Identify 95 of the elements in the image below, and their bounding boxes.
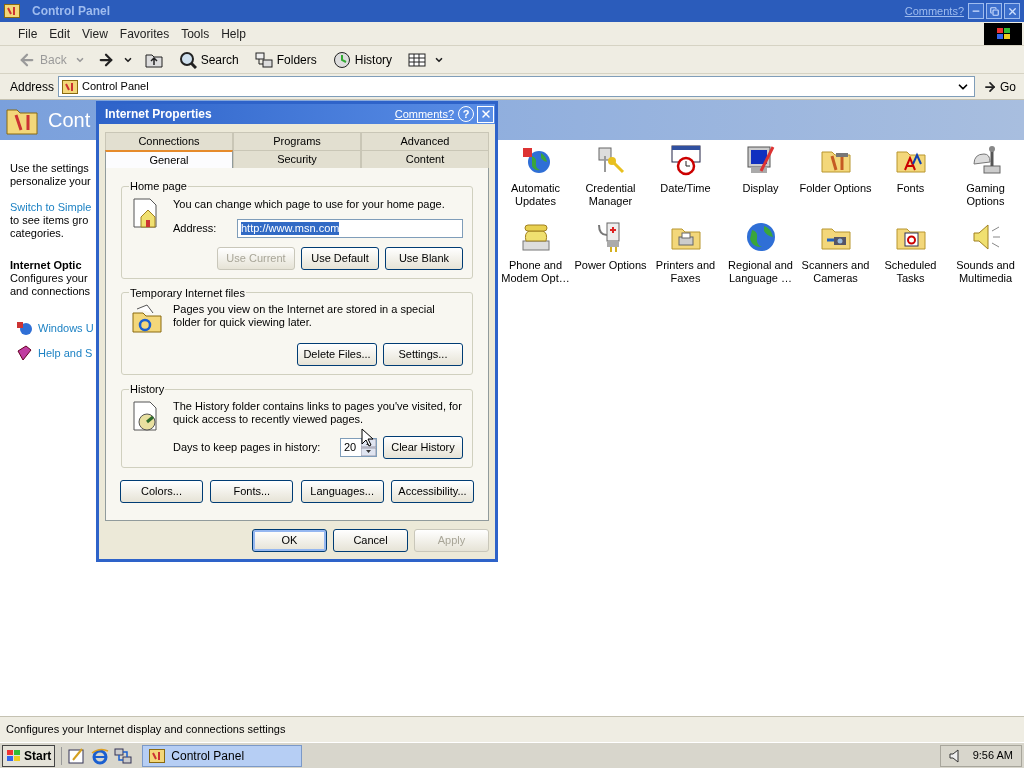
control-panel-item[interactable]: Date/Time (649, 182, 722, 195)
dialog-button[interactable]: Use Default (301, 246, 379, 270)
dialog-button[interactable]: OK (252, 529, 327, 552)
dialog-button[interactable]: Cancel (333, 529, 408, 552)
menu-item[interactable]: Help (215, 24, 252, 43)
menu-item[interactable]: View (76, 24, 114, 43)
task-link[interactable]: Windows U (38, 320, 94, 337)
dialog-button[interactable]: Settings... (383, 343, 463, 366)
start-button[interactable]: Start (2, 744, 56, 767)
telephone-icon (519, 221, 552, 253)
control-panel-icon (149, 748, 166, 763)
comments-link[interactable]: Comments? (394, 105, 454, 123)
control-panel-icon (62, 79, 79, 94)
control-panel-item[interactable]: Power Options (574, 259, 647, 272)
control-panel-item[interactable]: Automatic Updates (499, 182, 572, 208)
address-value: http://www.msn.com (241, 221, 340, 235)
dialog-button[interactable]: Languages... (300, 479, 384, 503)
windows-flag-icon (984, 22, 1022, 45)
mouse-pointer-icon (361, 428, 373, 447)
group-legend: Temporary Internet files (129, 284, 246, 301)
control-panel-item[interactable]: Folder Options (799, 182, 872, 195)
banner-title: Cont (48, 108, 91, 133)
go-arrow-icon (983, 79, 997, 94)
home-page-field[interactable]: http://www.msn.com (237, 218, 463, 238)
control-panel-item[interactable]: Phone and Modem Opt… (499, 259, 572, 285)
close-button[interactable] (1004, 3, 1020, 19)
menu-item[interactable]: Favorites (113, 24, 176, 43)
history-text: The History folder contains links to pages you've visited, for quick access to recently viewed pages. (173, 399, 463, 426)
calendar-clock-icon (669, 144, 702, 176)
taskbar-button[interactable]: Control Panel (142, 744, 303, 767)
globe-icon (16, 320, 32, 337)
globe-icon (744, 221, 777, 253)
details-text: Configures your and connections (10, 272, 91, 298)
desktop-icon[interactable] (68, 746, 87, 765)
control-panel-item[interactable]: Fonts (874, 182, 947, 195)
history-button[interactable]: History (328, 47, 397, 72)
address-label: Address: (173, 220, 218, 236)
tab[interactable]: Advanced (361, 132, 489, 150)
dialog-button[interactable]: Use Blank (385, 246, 463, 270)
folder-browser-icon (131, 303, 163, 335)
folders-button[interactable]: Folders (250, 47, 321, 72)
address-field[interactable]: Control Panel (58, 76, 975, 97)
days-label: Days to keep pages in history: (173, 439, 322, 455)
tab[interactable]: Connections (105, 132, 233, 150)
clock: 9:56 AM (972, 748, 1013, 764)
tab[interactable]: General (105, 150, 233, 168)
window-title: Control Panel (32, 3, 110, 20)
close-icon (479, 108, 492, 120)
control-panel-item[interactable]: Gaming Options (949, 182, 1022, 208)
windows-flag-icon (6, 748, 22, 763)
menu-item[interactable]: File (12, 24, 44, 43)
task-link[interactable]: Help and S (38, 344, 93, 361)
group-legend: History (129, 381, 166, 398)
address-label: Address (10, 78, 55, 96)
control-panel-item[interactable]: Scanners and Cameras (799, 259, 872, 285)
close-icon (1006, 5, 1018, 17)
tab[interactable]: Content (361, 150, 489, 168)
dialog-button[interactable]: Fonts... (210, 479, 294, 503)
search-icon (178, 50, 197, 69)
monitor-icon (744, 144, 777, 176)
dialog-button[interactable]: Delete Files... (297, 343, 377, 366)
control-panel-item[interactable]: Regional and Language … (724, 259, 797, 285)
search-button[interactable]: Search (174, 47, 243, 72)
control-panel-item[interactable]: Display (724, 182, 797, 195)
restore-icon (989, 6, 999, 16)
dialog-title: Internet Properties (105, 106, 212, 123)
browser-icon[interactable] (91, 746, 110, 765)
folders-icon (254, 51, 273, 68)
dialog-button[interactable]: Accessibility... (391, 479, 474, 503)
control-panel-item[interactable]: Credential Manager (574, 182, 647, 208)
group-legend: Home page (129, 178, 188, 195)
dialog-button[interactable]: Colors... (120, 479, 203, 503)
control-panel-item[interactable]: Printers and Faxes (649, 259, 722, 285)
status-text: Configures your Internet display and connections settings (6, 722, 286, 738)
switch-view-text: to see items gro categories. (10, 214, 89, 240)
control-panel-item[interactable]: Sounds and Multimedia (949, 259, 1022, 285)
minimize-button[interactable] (968, 3, 984, 19)
details-title: Internet Optic (10, 259, 82, 272)
menu-item[interactable]: Edit (43, 24, 77, 43)
tab[interactable]: Security (233, 150, 361, 168)
go-button[interactable]: Go (979, 77, 1020, 96)
control-panel-icon (4, 4, 20, 18)
home-page-text: You can change which page to use for your home page. (173, 196, 446, 211)
network-icon[interactable] (114, 746, 133, 765)
tab[interactable]: Programs (233, 132, 361, 150)
switch-view-link[interactable]: Switch to Simple (10, 201, 92, 214)
temp-files-text: Pages you view on the Internet are stored in a special folder for quick viewing later. (173, 303, 436, 329)
folder-up-icon (144, 51, 163, 68)
menu-item[interactable]: Tools (175, 24, 216, 43)
intro-text: Use the settings personalize your (10, 162, 91, 188)
control-panel-item[interactable]: Scheduled Tasks (874, 259, 947, 285)
clock-icon (332, 50, 351, 69)
restore-button[interactable] (986, 3, 1002, 19)
dialog-button[interactable]: Clear History (383, 435, 463, 459)
views-icon (408, 52, 427, 67)
